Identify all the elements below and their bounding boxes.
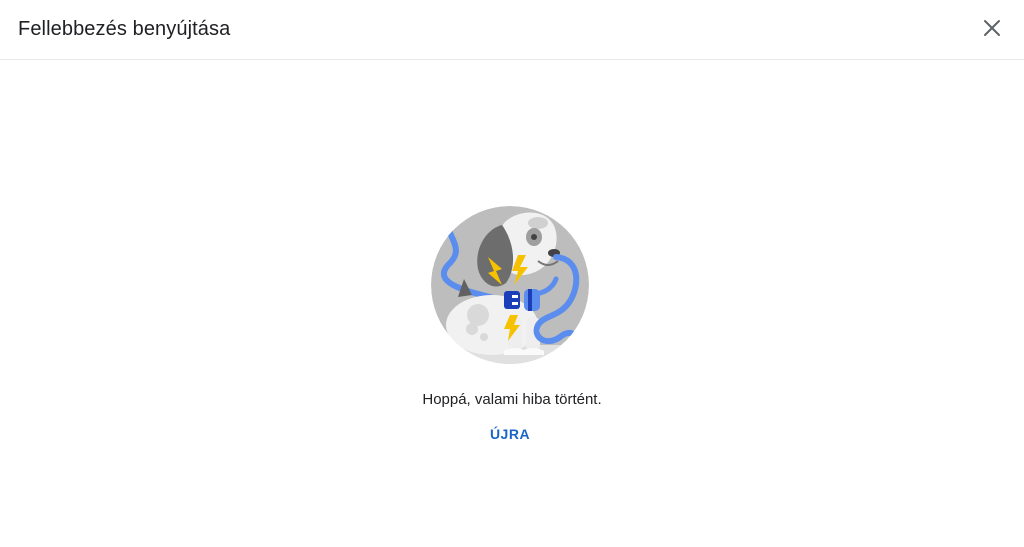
error-message: Hoppá, valami hiba történt. (422, 391, 602, 408)
dialog-title: Fellebbezés benyújtása (18, 18, 231, 40)
close-button[interactable] (976, 12, 1008, 44)
appeal-dialog: Fellebbezés benyújtása Hoppá, valami hib… (0, 0, 1024, 547)
unplugged-dog-illustration (431, 206, 589, 364)
retry-button[interactable]: ÚJRA (470, 421, 550, 447)
dialog-header: Fellebbezés benyújtása (0, 0, 1024, 60)
close-icon (984, 20, 1000, 36)
